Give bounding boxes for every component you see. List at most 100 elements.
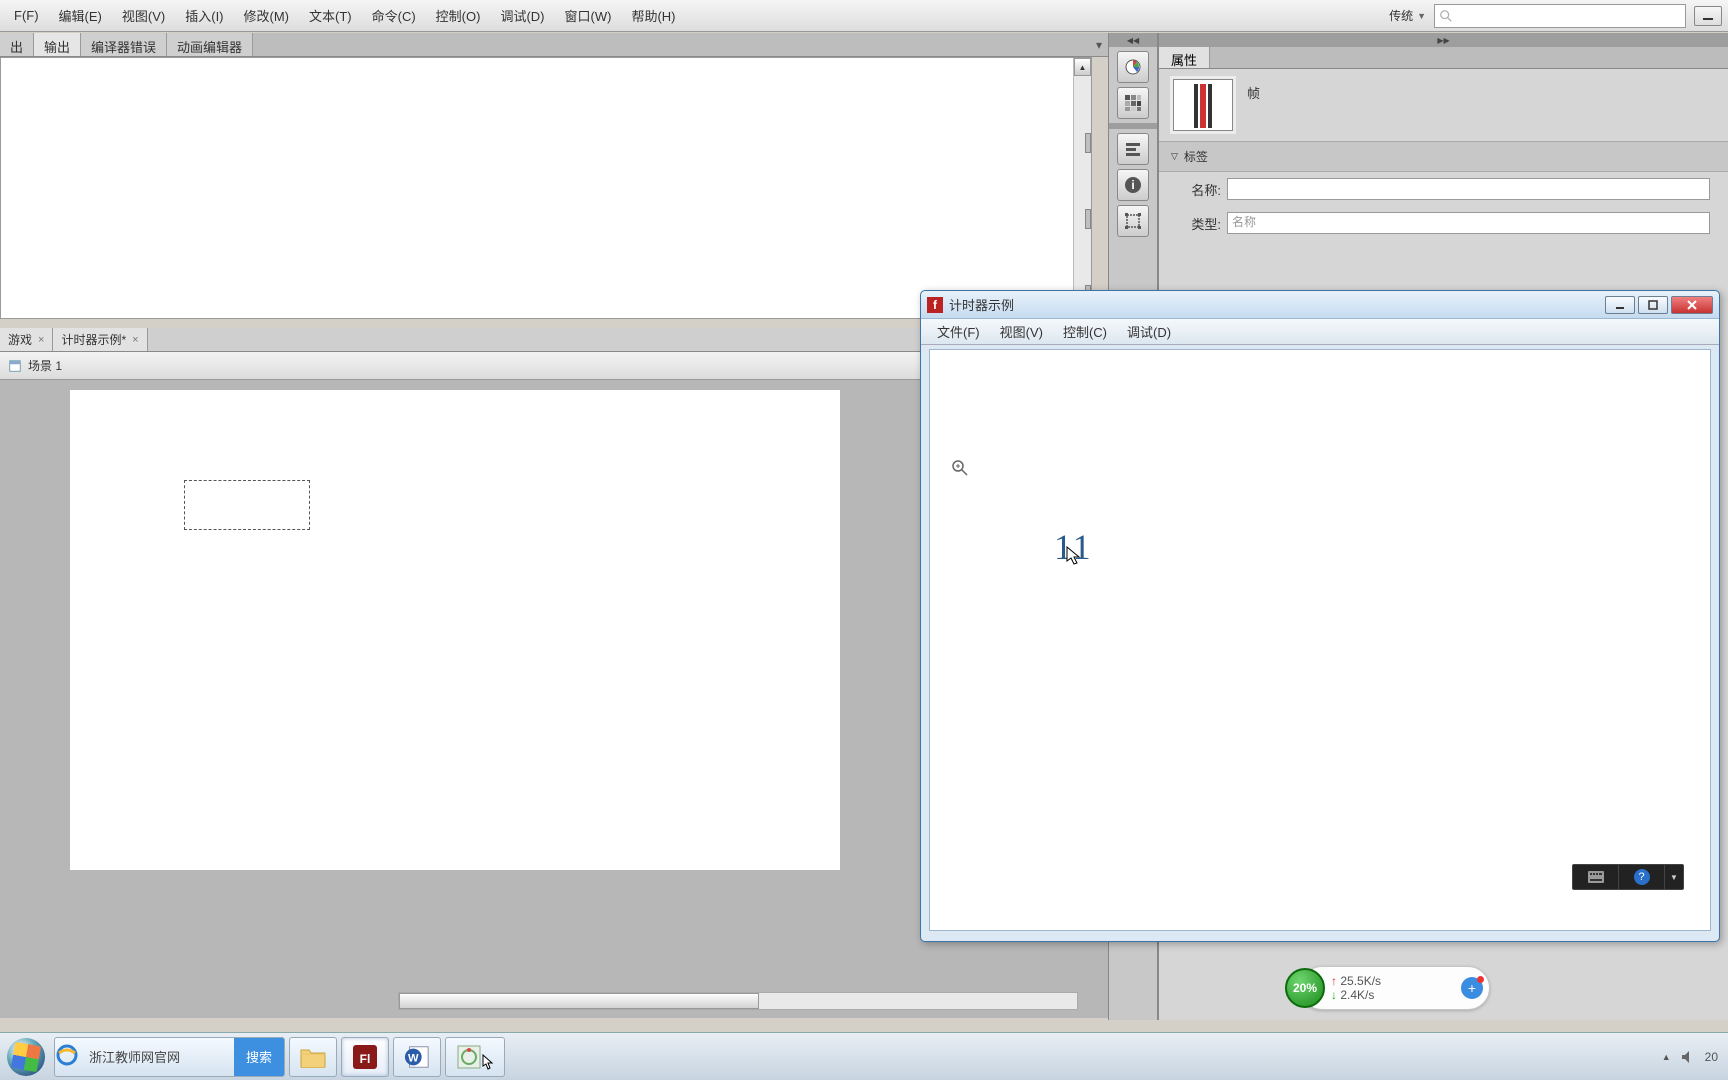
right-dock: ◀◀ i bbox=[1108, 33, 1158, 298]
chevron-down-icon: ▼ bbox=[1417, 11, 1426, 21]
popup-minimize-button[interactable] bbox=[1605, 296, 1635, 314]
label-section-header[interactable]: ▽ 标签 bbox=[1159, 141, 1728, 172]
scroll-up-icon[interactable]: ▲ bbox=[1074, 58, 1091, 76]
tray-overflow-icon[interactable]: ▲ bbox=[1662, 1052, 1671, 1062]
menu-control[interactable]: 控制(O) bbox=[426, 2, 491, 29]
tab-motion-editor[interactable]: 动画编辑器 bbox=[167, 33, 253, 56]
output-panel: ▲ ▼ bbox=[0, 57, 1092, 319]
search-icon bbox=[1439, 9, 1453, 23]
align-panel-icon[interactable] bbox=[1117, 133, 1149, 165]
dock-collapse-icon[interactable]: ◀◀ bbox=[1109, 33, 1157, 47]
ime-help-icon[interactable]: ? bbox=[1619, 865, 1665, 889]
windows-logo-icon bbox=[7, 1038, 45, 1076]
help-search[interactable] bbox=[1434, 4, 1686, 28]
frame-type-dropdown[interactable]: 名称 bbox=[1227, 212, 1710, 234]
ime-menu-icon[interactable]: ▼ bbox=[1665, 865, 1683, 889]
flash-player-icon: f bbox=[927, 297, 943, 313]
menu-text[interactable]: 文本(T) bbox=[299, 2, 362, 29]
ie-title: 浙江教师网官网 bbox=[79, 1047, 234, 1066]
name-label: 名称: bbox=[1177, 180, 1221, 199]
panel-collapse-icon[interactable]: ▶▶ bbox=[1159, 33, 1728, 47]
selected-text-field[interactable] bbox=[184, 480, 310, 530]
close-icon[interactable]: × bbox=[132, 334, 138, 346]
menu-commands[interactable]: 命令(C) bbox=[362, 2, 426, 29]
doc-tab-1[interactable]: 计时器示例*× bbox=[53, 328, 147, 351]
network-monitor-widget[interactable]: 20% 25.5K/s 2.4K/s + bbox=[1300, 966, 1490, 1010]
svg-text:W: W bbox=[408, 1052, 419, 1064]
tab-output[interactable]: 输出 bbox=[34, 33, 81, 56]
close-icon[interactable]: × bbox=[38, 334, 44, 346]
folder-icon bbox=[300, 1044, 326, 1070]
selection-type-label: 帧 bbox=[1247, 79, 1260, 102]
cursor-icon bbox=[482, 1054, 494, 1070]
ime-toolbar[interactable]: ? ▼ bbox=[1572, 864, 1684, 890]
popup-stage[interactable]: 11 ? ▼ bbox=[929, 349, 1711, 931]
popup-titlebar[interactable]: f 计时器示例 bbox=[921, 291, 1719, 319]
tab-compiler-errors[interactable]: 编译器错误 bbox=[81, 33, 167, 56]
taskbar-word-item[interactable]: W bbox=[393, 1037, 441, 1077]
ie-search-button[interactable]: 搜索 bbox=[234, 1037, 284, 1077]
cpu-usage-badge: 20% bbox=[1285, 968, 1325, 1008]
minimize-button[interactable] bbox=[1694, 6, 1722, 26]
upload-speed: 25.5K/s bbox=[1331, 974, 1381, 988]
scene-icon bbox=[8, 359, 22, 373]
doc-tab-0[interactable]: 游戏× bbox=[0, 328, 53, 351]
type-label: 类型: bbox=[1177, 214, 1221, 233]
transform-panel-icon[interactable] bbox=[1117, 205, 1149, 237]
ie-icon bbox=[55, 1043, 79, 1070]
tray-clock[interactable]: 20 bbox=[1705, 1050, 1718, 1064]
info-panel-icon[interactable]: i bbox=[1117, 169, 1149, 201]
flash-player-window[interactable]: f 计时器示例 文件(F) 视图(V) 控制(C) 调试(D) 11 ? ▼ bbox=[920, 290, 1720, 942]
main-menubar: F(F) 编辑(E) 视图(V) 插入(I) 修改(M) 文本(T) 命令(C)… bbox=[0, 0, 1728, 32]
popup-menubar: 文件(F) 视图(V) 控制(C) 调试(D) bbox=[921, 319, 1719, 345]
flash-app-icon: Fl bbox=[352, 1044, 378, 1070]
taskbar-app-item[interactable] bbox=[445, 1037, 505, 1077]
popup-menu-file[interactable]: 文件(F) bbox=[927, 319, 990, 344]
svg-text:Fl: Fl bbox=[360, 1052, 371, 1066]
menu-edit[interactable]: 编辑(E) bbox=[49, 2, 112, 29]
word-app-icon: W bbox=[404, 1044, 430, 1070]
color-panel-icon[interactable] bbox=[1117, 51, 1149, 83]
download-speed: 2.4K/s bbox=[1331, 988, 1381, 1002]
taskbar-flash-item[interactable]: Fl bbox=[341, 1037, 389, 1077]
popup-close-button[interactable] bbox=[1671, 296, 1713, 314]
windows-taskbar: 浙江教师网官网 搜索 Fl W ▲ 20 bbox=[0, 1032, 1728, 1080]
system-tray[interactable]: ▲ 20 bbox=[1662, 1050, 1728, 1064]
taskbar-ie-item[interactable]: 浙江教师网官网 搜索 bbox=[54, 1037, 285, 1077]
menu-help[interactable]: 帮助(H) bbox=[621, 2, 685, 29]
network-speeds: 25.5K/s 2.4K/s bbox=[1331, 974, 1381, 1002]
volume-icon[interactable] bbox=[1681, 1050, 1695, 1064]
workspace-switcher[interactable]: 传统 ▼ bbox=[1389, 7, 1426, 24]
properties-panel: ▶▶ 属性 帧 ▽ 标签 名称: 类型: 名称 bbox=[1158, 33, 1728, 298]
start-button[interactable] bbox=[0, 1033, 52, 1080]
menu-view[interactable]: 视图(V) bbox=[112, 2, 175, 29]
stage-hscrollbar[interactable] bbox=[398, 992, 1078, 1010]
panel-menu-icon[interactable]: ▾ bbox=[1090, 33, 1108, 56]
swatches-panel-icon[interactable] bbox=[1117, 87, 1149, 119]
menu-insert[interactable]: 插入(I) bbox=[175, 2, 233, 29]
popup-menu-debug[interactable]: 调试(D) bbox=[1117, 319, 1181, 344]
menu-window[interactable]: 窗口(W) bbox=[555, 2, 622, 29]
menu-modify[interactable]: 修改(M) bbox=[234, 2, 300, 29]
frame-thumbnail-icon bbox=[1173, 79, 1233, 131]
popup-maximize-button[interactable] bbox=[1638, 296, 1668, 314]
popup-menu-view[interactable]: 视图(V) bbox=[990, 319, 1053, 344]
popup-menu-control[interactable]: 控制(C) bbox=[1053, 319, 1117, 344]
accelerate-button[interactable]: + bbox=[1461, 977, 1483, 999]
help-search-input[interactable] bbox=[1453, 9, 1681, 23]
frame-name-input[interactable] bbox=[1227, 178, 1710, 200]
stage-canvas[interactable] bbox=[70, 390, 840, 870]
workspace-label: 传统 bbox=[1389, 7, 1413, 24]
scene-label: 场景 1 bbox=[28, 357, 62, 374]
generic-app-icon bbox=[456, 1044, 482, 1070]
bottom-panel-tabs: 出 输出 编译器错误 动画编辑器 ▾ bbox=[0, 33, 1108, 57]
cursor-icon bbox=[1066, 546, 1082, 566]
ime-keyboard-icon[interactable] bbox=[1573, 865, 1619, 889]
properties-tab[interactable]: 属性 bbox=[1159, 47, 1210, 68]
menu-file[interactable]: F(F) bbox=[4, 4, 49, 27]
menu-debug[interactable]: 调试(D) bbox=[490, 2, 554, 29]
taskbar-explorer-item[interactable] bbox=[289, 1037, 337, 1077]
svg-text:i: i bbox=[1131, 178, 1134, 192]
disclosure-triangle-icon: ▽ bbox=[1171, 151, 1178, 162]
tab-timeline[interactable]: 出 bbox=[0, 33, 34, 56]
